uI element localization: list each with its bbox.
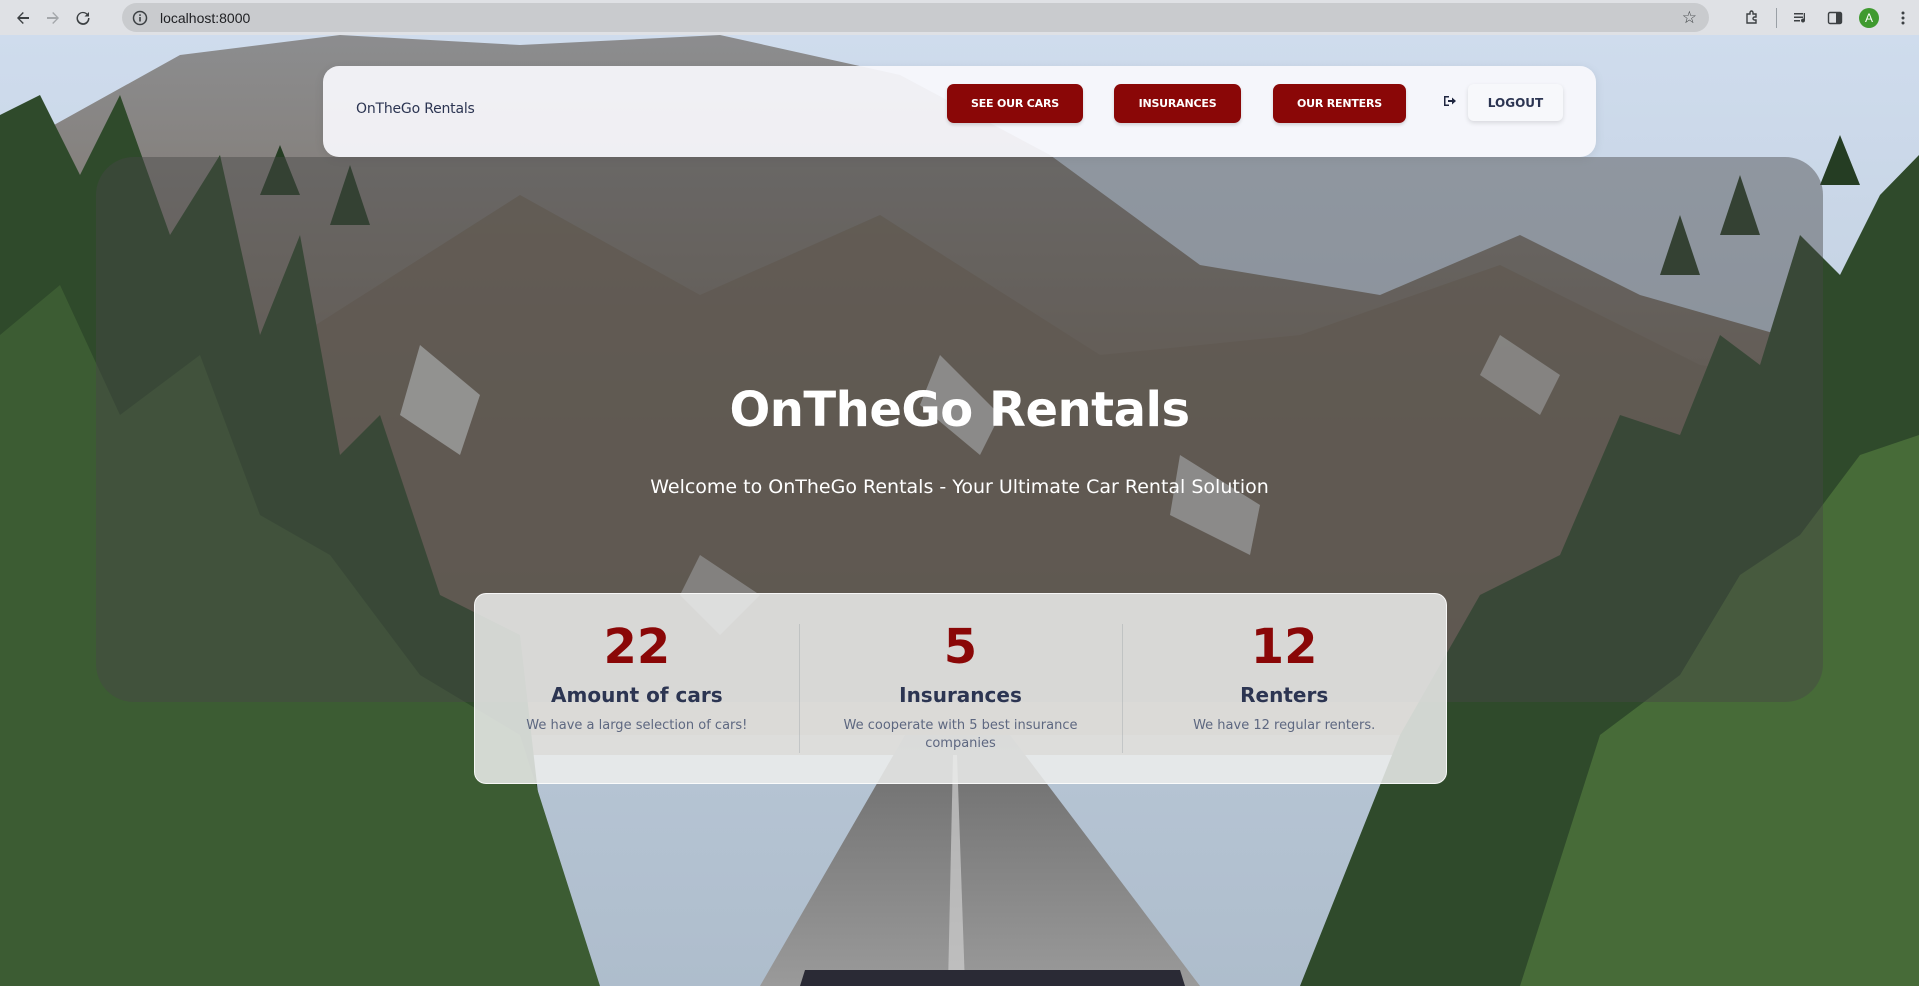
- brand-logo-text[interactable]: OnTheGo Rentals: [356, 101, 475, 117]
- stat-label: Renters: [1240, 683, 1329, 707]
- profile-avatar[interactable]: A: [1859, 7, 1879, 28]
- stat-value: 5: [943, 619, 978, 675]
- star-icon[interactable]: ☆: [1682, 8, 1697, 28]
- stat-label: Insurances: [899, 683, 1022, 707]
- stat-value: 22: [603, 619, 671, 675]
- media-icon[interactable]: [1791, 8, 1811, 28]
- logout-button[interactable]: LOGOUT: [1468, 84, 1563, 121]
- hero-title: OnTheGo Rentals: [729, 382, 1190, 438]
- page-background: OnTheGo Rentals SEE OUR CARS INSURANCES …: [0, 35, 1919, 986]
- stat-renters: 12 Renters We have 12 regular renters.: [1122, 594, 1446, 783]
- nav-our-renters-button[interactable]: OUR RENTERS: [1273, 84, 1406, 123]
- info-icon[interactable]: [132, 10, 148, 26]
- back-icon[interactable]: [10, 5, 36, 31]
- nav-insurances-button[interactable]: INSURANCES: [1114, 84, 1241, 123]
- stat-description: We cooperate with 5 best insurance compa…: [843, 718, 1078, 751]
- stat-value: 12: [1250, 619, 1318, 675]
- address-bar[interactable]: localhost:8000 ☆: [122, 3, 1709, 32]
- stats-card: 22 Amount of cars We have a large select…: [474, 593, 1447, 784]
- extensions-icon[interactable]: [1742, 8, 1762, 28]
- stat-description: We have a large selection of cars!: [526, 718, 748, 733]
- stat-cars: 22 Amount of cars We have a large select…: [475, 594, 799, 783]
- stat-insurances: 5 Insurances We cooperate with 5 best in…: [798, 594, 1123, 783]
- sidepanel-icon[interactable]: [1825, 8, 1845, 28]
- toolbar-divider: [1776, 7, 1777, 28]
- forward-icon[interactable]: [40, 5, 66, 31]
- stat-description: We have 12 regular renters.: [1193, 718, 1376, 733]
- hero-subtitle: Welcome to OnTheGo Rentals - Your Ultima…: [650, 476, 1269, 498]
- logout-icon: [1443, 95, 1457, 111]
- url-text[interactable]: localhost:8000: [160, 10, 250, 26]
- menu-icon[interactable]: [1893, 8, 1913, 28]
- stat-label: Amount of cars: [551, 683, 723, 707]
- nav-see-our-cars-button[interactable]: SEE OUR CARS: [947, 84, 1083, 123]
- reload-icon[interactable]: [70, 5, 96, 31]
- browser-toolbar: localhost:8000 ☆ A: [0, 0, 1919, 35]
- top-navbar: OnTheGo Rentals SEE OUR CARS INSURANCES …: [323, 66, 1596, 157]
